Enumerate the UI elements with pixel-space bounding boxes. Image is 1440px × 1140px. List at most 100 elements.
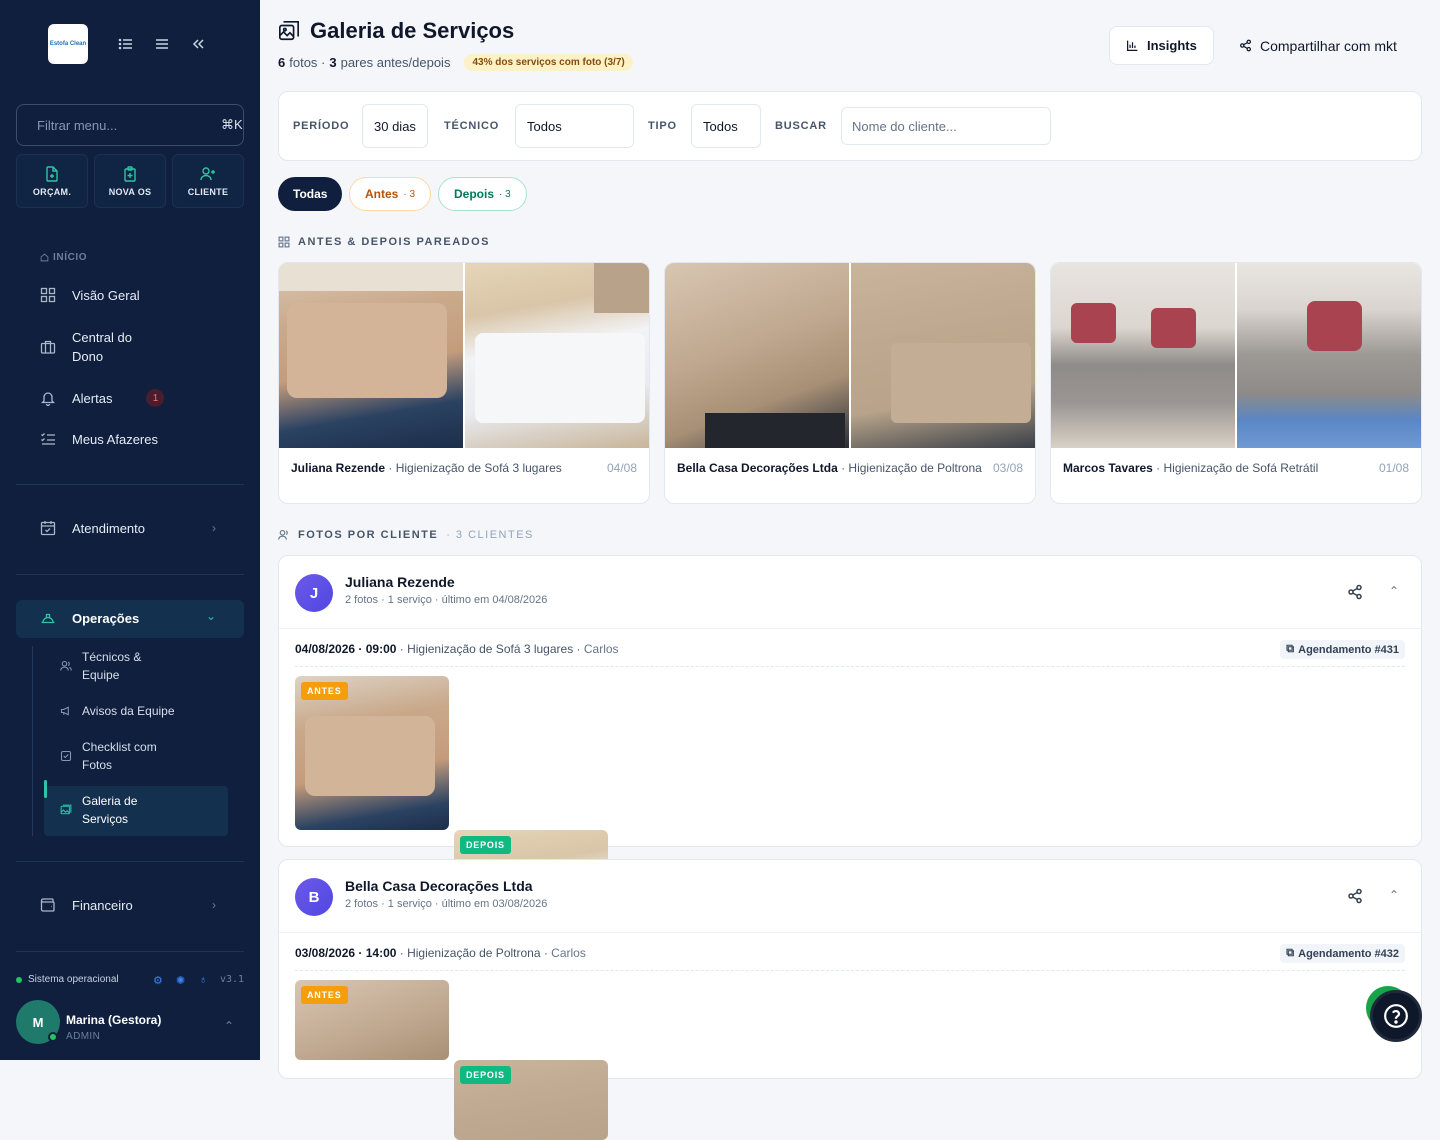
client-card: B Bella Casa Decorações Ltda 2 fotos · 1… xyxy=(278,859,1422,1140)
home-icon xyxy=(40,253,49,262)
settings-icon[interactable]: ⚙ xyxy=(153,974,163,987)
alerts-count-badge: 1 xyxy=(146,389,165,407)
calendar-check-icon xyxy=(40,521,56,536)
client-meta: 2 fotos · 1 serviço · último em 04/08/20… xyxy=(345,594,548,606)
pair-card[interactable]: Bella Casa Decorações Ltda · Higienizaçã… xyxy=(664,262,1036,504)
app-logo[interactable]: Estofa Clean xyxy=(48,24,88,64)
appointment-link[interactable]: ⧉ Agendamento #432 xyxy=(1280,944,1405,963)
dashboard-icon xyxy=(40,287,56,303)
nav-operacoes[interactable]: Operações xyxy=(40,610,139,626)
pairs-section-title: ANTES & DEPOIS PAREADOS xyxy=(278,236,490,248)
client-meta: 2 fotos · 1 serviço · último em 03/08/20… xyxy=(345,898,548,910)
filter-chip-antes[interactable]: Antes · 3 xyxy=(349,177,432,211)
users-icon xyxy=(60,660,72,671)
divider xyxy=(16,484,244,485)
collapse-sidebar-icon[interactable] xyxy=(190,36,206,52)
nav-atendimento[interactable]: Atendimento xyxy=(40,520,145,536)
external-link-icon: ⧉ xyxy=(1286,643,1295,655)
insights-button[interactable]: Insights xyxy=(1109,26,1214,65)
quick-action-orcamento[interactable]: ORÇAM. xyxy=(16,154,88,208)
user-role: ADMIN xyxy=(66,1031,101,1042)
quick-action-nova-os[interactable]: NOVA OS xyxy=(94,154,166,208)
after-tag: DEPOIS xyxy=(460,836,511,854)
chevron-right-icon: › xyxy=(212,898,216,912)
menu-filter: ⌘K xyxy=(16,104,244,146)
briefcase-icon xyxy=(40,340,56,354)
technician-label: TÉCNICO xyxy=(444,120,500,132)
service-row: 03/08/2026 · 14:00 · Higienização de Pol… xyxy=(295,946,586,960)
clients-section-title: FOTOS POR CLIENTE · 3 CLIENTES xyxy=(278,529,534,541)
main-content: Galeria de Serviços 6 fotos · 3 pares an… xyxy=(260,0,1440,1140)
before-tag: ANTES xyxy=(301,682,348,700)
wallet-icon xyxy=(40,898,55,912)
nav-financeiro[interactable]: Financeiro xyxy=(40,897,133,913)
chevron-up-icon[interactable]: ⌃ xyxy=(224,1019,234,1033)
help-button[interactable] xyxy=(1370,990,1422,1042)
before-photo[interactable] xyxy=(279,263,463,448)
active-indicator xyxy=(44,780,47,798)
nav-tecnicos-equipe[interactable]: Técnicos & Equipe xyxy=(60,648,141,684)
technician-select[interactable]: Todos xyxy=(515,104,634,148)
nav-central-do-dono[interactable]: Central do Dono xyxy=(40,328,132,366)
nav-visao-geral[interactable]: Visão Geral xyxy=(40,287,140,303)
photo-thumbnail[interactable]: ANTES xyxy=(295,676,449,830)
after-photo[interactable] xyxy=(851,263,1035,448)
check-square-icon xyxy=(60,750,72,762)
photo-thumbnail[interactable]: DEPOIS xyxy=(454,1060,608,1140)
client-card: J Juliana Rezende 2 fotos · 1 serviço · … xyxy=(278,555,1422,984)
share-icon[interactable] xyxy=(1347,584,1363,600)
photo-thumbnail[interactable]: ANTES xyxy=(295,980,449,1060)
nav-avisos-equipe[interactable]: Avisos da Equipe xyxy=(60,702,175,720)
images-icon xyxy=(60,804,72,815)
shortcut-hint: ⌘K xyxy=(221,117,243,132)
share-marketing-button[interactable]: Compartilhar com mkt xyxy=(1223,26,1413,65)
menu-filter-input[interactable] xyxy=(37,117,213,133)
type-select[interactable]: Todos xyxy=(691,104,761,148)
chevron-up-icon[interactable]: ⌃ xyxy=(1389,584,1399,598)
page-summary: 6 fotos · 3 pares antes/depois 43% dos s… xyxy=(278,54,633,71)
chevron-up-icon[interactable]: ⌃ xyxy=(1389,888,1399,902)
period-label: PERÍODO xyxy=(293,120,350,132)
users-icon xyxy=(278,529,288,540)
menu-icon[interactable] xyxy=(154,36,170,52)
file-plus-icon xyxy=(46,165,58,182)
grid-icon xyxy=(278,236,290,248)
sparkle-icon[interactable]: ✺ xyxy=(176,974,185,987)
before-photo[interactable] xyxy=(1051,263,1235,448)
period-select[interactable]: 30 dias xyxy=(362,104,428,148)
nav-meus-afazeres[interactable]: Meus Afazeres xyxy=(40,431,158,447)
pair-card[interactable]: Marcos Tavares · Higienização de Sofá Re… xyxy=(1050,262,1422,504)
before-photo[interactable] xyxy=(665,263,849,448)
coverage-badge: 43% dos serviços com foto (3/7) xyxy=(464,54,633,71)
filter-chip-todas[interactable]: Todas xyxy=(278,177,343,211)
user-plus-icon xyxy=(200,166,215,180)
gallery-icon xyxy=(279,21,299,41)
chevron-down-icon: ⌄ xyxy=(205,609,216,623)
nav-alertas[interactable]: Alertas 1 xyxy=(40,389,165,407)
list-icon[interactable] xyxy=(118,36,134,52)
client-name: Juliana Rezende xyxy=(345,574,455,590)
megaphone-icon xyxy=(60,706,69,716)
after-photo[interactable] xyxy=(465,263,649,448)
before-tag: ANTES xyxy=(301,986,348,1004)
service-row: 04/08/2026 · 09:00 · Higienização de Sof… xyxy=(295,642,619,656)
online-indicator xyxy=(48,1032,58,1042)
appointment-link[interactable]: ⧉ Agendamento #431 xyxy=(1280,640,1405,659)
after-photo[interactable] xyxy=(1237,263,1421,448)
client-search-input[interactable] xyxy=(841,107,1051,145)
quick-action-cliente[interactable]: CLIENTE xyxy=(172,154,244,208)
user-avatar[interactable]: M xyxy=(16,1000,60,1044)
lightbulb-icon[interactable]: ♁ xyxy=(199,974,207,986)
nav-galeria-servicos[interactable]: Galeria de Serviços xyxy=(60,792,137,828)
nav-checklist-fotos[interactable]: Checklist com Fotos xyxy=(60,738,157,774)
divider xyxy=(16,861,244,862)
system-status: Sistema operacional xyxy=(16,974,119,985)
share-icon xyxy=(1240,39,1251,52)
clipboard-plus-icon xyxy=(124,165,136,182)
section-label-inicio: INÍCIO xyxy=(40,252,87,263)
client-avatar: B xyxy=(295,878,333,916)
pair-card[interactable]: Juliana Rezende · Higienização de Sofá 3… xyxy=(278,262,650,504)
share-icon[interactable] xyxy=(1347,888,1363,904)
filters-bar: PERÍODO 30 dias TÉCNICO Todos TIPO Todos… xyxy=(278,91,1422,161)
filter-chip-depois[interactable]: Depois · 3 xyxy=(438,177,527,211)
